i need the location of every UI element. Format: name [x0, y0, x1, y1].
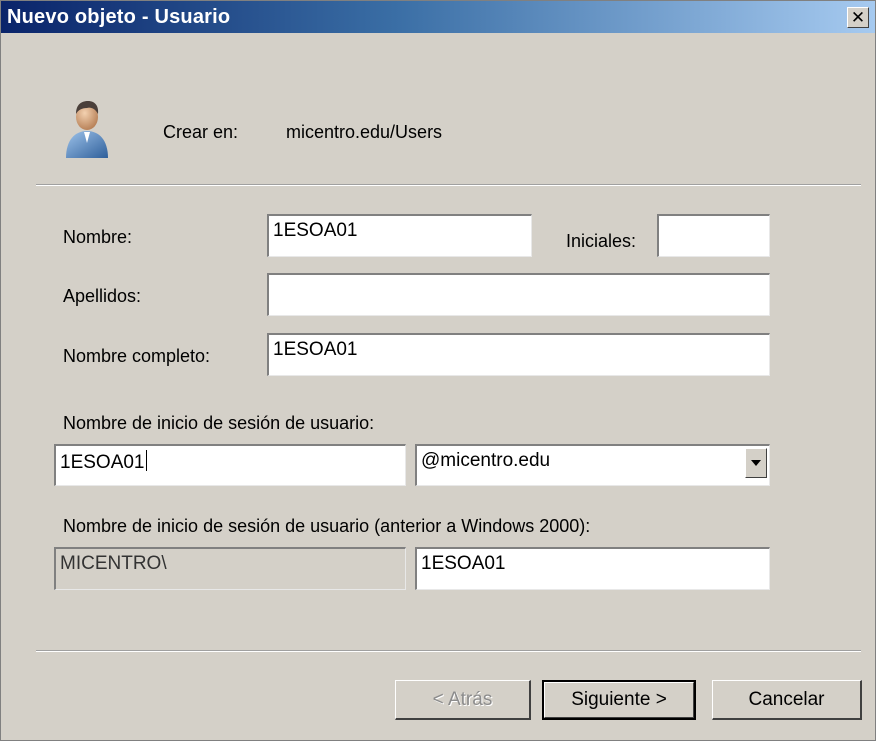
back-button-label: < Atrás: [432, 688, 493, 710]
pre2000-domain-value: MICENTRO\: [60, 553, 167, 574]
pre2000-logon-field[interactable]: 1ESOA01: [415, 547, 770, 590]
chevron-down-icon: [751, 460, 761, 466]
pre2000-logon-label: Nombre de inicio de sesión de usuario (a…: [63, 516, 591, 536]
initials-field[interactable]: [657, 214, 770, 257]
full-name-label: Nombre completo:: [63, 346, 211, 366]
first-name-field[interactable]: 1ESOA01: [267, 214, 532, 257]
user-icon: [66, 101, 108, 158]
pre2000-domain-field: MICENTRO\: [54, 547, 406, 590]
last-name-label: Apellidos:: [63, 286, 142, 306]
back-button[interactable]: < Atrás: [395, 680, 531, 720]
pre2000-logon-value: 1ESOA01: [421, 553, 506, 574]
initials-label: Iniciales:: [566, 231, 637, 251]
close-icon: ✕: [850, 8, 866, 27]
logon-name-value: 1ESOA01: [60, 452, 145, 473]
window-title: Nuevo objeto - Usuario: [7, 5, 231, 28]
title-bar[interactable]: Nuevo objeto - Usuario ✕: [1, 1, 875, 33]
new-user-dialog: Nuevo objeto - Usuario ✕ Crear en: micen…: [0, 0, 876, 741]
create-in-label: Crear en:: [163, 122, 239, 142]
logon-name-label: Nombre de inicio de sesión de usuario:: [63, 413, 375, 433]
next-button-label: Siguiente >: [571, 689, 667, 710]
create-in-path: micentro.edu/Users: [286, 122, 443, 142]
upn-suffix-dropdown[interactable]: @micentro.edu: [415, 444, 770, 486]
close-button[interactable]: ✕: [847, 7, 869, 28]
header-separator: [36, 184, 861, 186]
first-name-value: 1ESOA01: [273, 220, 358, 241]
dropdown-arrow-button[interactable]: [745, 448, 767, 478]
full-name-value: 1ESOA01: [273, 339, 358, 360]
logon-name-field[interactable]: 1ESOA01: [54, 444, 406, 486]
full-name-field[interactable]: 1ESOA01: [267, 333, 770, 376]
footer-separator: [36, 650, 861, 652]
upn-suffix-selected: @micentro.edu: [421, 450, 551, 471]
cancel-button[interactable]: Cancelar: [712, 680, 862, 720]
next-button[interactable]: Siguiente >: [542, 680, 696, 720]
first-name-label: Nombre:: [63, 227, 133, 247]
last-name-field[interactable]: [267, 273, 770, 316]
text-cursor: [145, 450, 147, 471]
cancel-button-label: Cancelar: [748, 688, 825, 710]
